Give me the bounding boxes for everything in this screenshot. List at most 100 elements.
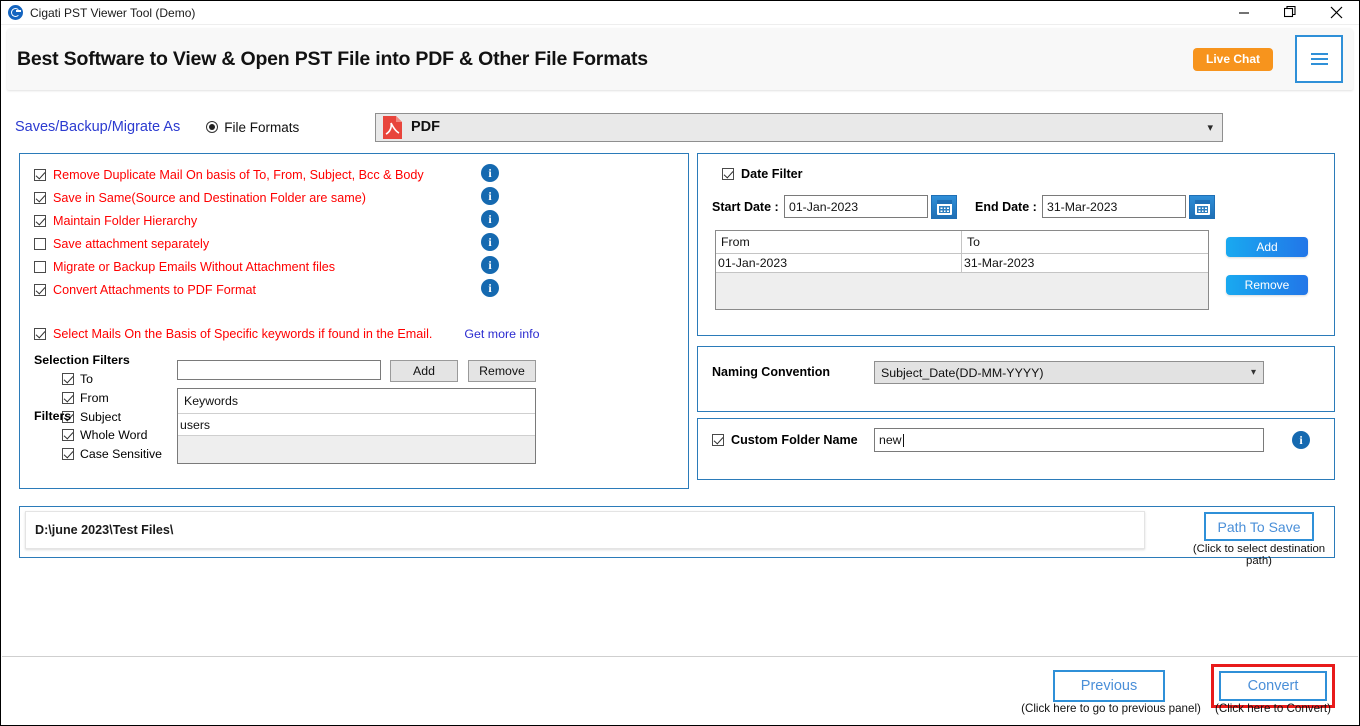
text-cursor	[902, 433, 904, 447]
select-mails-section: Select Mails On the Basis of Specific ke…	[20, 327, 688, 464]
option-row-maintain-hierarchy[interactable]: Maintain Folder Hierarchy i	[20, 209, 688, 232]
checkbox-maintain-hierarchy[interactable]	[34, 214, 46, 227]
checkbox-whole-word[interactable]	[62, 429, 74, 441]
destination-path-panel: D:\june 2023\Test Files\ Path To Save (C…	[19, 506, 1335, 567]
date-filter-header[interactable]: Date Filter	[722, 167, 803, 181]
option-label: Convert Attachments to PDF Format	[53, 282, 256, 297]
app-logo-icon	[8, 5, 23, 20]
option-row-remove-duplicate[interactable]: Remove Duplicate Mail On basis of To, Fr…	[20, 163, 688, 186]
table-row[interactable]: 01-Jan-2023 31-Mar-2023	[716, 254, 1208, 273]
keywords-list[interactable]: Keywords users	[177, 388, 536, 464]
option-row-convert-attachments[interactable]: Convert Attachments to PDF Format i	[20, 278, 688, 301]
column-header-to: To	[967, 235, 980, 249]
file-formats-label: File Formats	[224, 119, 300, 135]
minimize-icon[interactable]	[1221, 1, 1267, 24]
date-filter-title: Date Filter	[741, 167, 803, 181]
title-bar: Cigati PST Viewer Tool (Demo)	[1, 1, 1359, 25]
cell-from: 01-Jan-2023	[716, 254, 962, 272]
checkbox-migrate-without-attachment[interactable]	[34, 260, 46, 273]
pdf-file-icon	[383, 115, 402, 139]
info-icon[interactable]: i	[481, 187, 499, 205]
previous-hint: (Click here to go to previous panel)	[1021, 702, 1201, 715]
chevron-down-icon: ▾	[1250, 367, 1256, 378]
format-dropdown[interactable]: PDF ▾	[375, 112, 1223, 142]
file-formats-radio[interactable]: File Formats	[206, 120, 299, 135]
convert-button[interactable]: Convert	[1219, 671, 1327, 701]
calendar-icon[interactable]	[931, 195, 957, 219]
info-icon[interactable]: i	[481, 210, 499, 228]
checkbox-convert-attachments[interactable]	[34, 283, 46, 296]
checkbox-save-in-same[interactable]	[34, 191, 46, 204]
info-icon[interactable]: i	[481, 256, 499, 274]
checkbox-case-sensitive[interactable]	[62, 448, 74, 460]
option-label: Remove Duplicate Mail On basis of To, Fr…	[53, 167, 424, 182]
path-to-save-button[interactable]: Path To Save	[1204, 512, 1314, 541]
filter-from[interactable]: From	[62, 391, 109, 405]
filter-case-sensitive[interactable]: Case Sensitive	[62, 447, 162, 461]
filter-label: From	[80, 391, 109, 405]
header-title: Best Software to View & Open PST File in…	[17, 47, 648, 70]
live-chat-button[interactable]: Live Chat	[1192, 47, 1273, 71]
filter-to[interactable]: To	[62, 372, 93, 386]
list-item[interactable]: users	[178, 414, 535, 436]
checkbox-save-attachment[interactable]	[34, 237, 46, 250]
selected-format-label: PDF	[411, 119, 440, 135]
close-icon[interactable]	[1313, 1, 1359, 24]
select-mails-label: Select Mails On the Basis of Specific ke…	[53, 327, 433, 341]
format-selection-row: Saves/Backup/Migrate As File Formats PDF…	[1, 109, 1359, 145]
option-label: Migrate or Backup Emails Without Attachm…	[53, 259, 336, 274]
maximize-icon[interactable]	[1267, 1, 1313, 24]
option-row-migrate-without-attachment[interactable]: Migrate or Backup Emails Without Attachm…	[20, 255, 688, 278]
checkbox-date-filter[interactable]	[722, 168, 734, 180]
keyword-add-button[interactable]: Add	[390, 360, 458, 382]
info-icon[interactable]: i	[1292, 431, 1310, 449]
naming-convention-label: Naming Convention	[712, 365, 831, 379]
keyword-input[interactable]	[177, 360, 381, 380]
get-more-info-link[interactable]: Get more info	[464, 327, 539, 341]
convert-hint: (Click here to Convert)	[1215, 702, 1331, 715]
option-row-save-attachment[interactable]: Save attachment separately i	[20, 232, 688, 255]
info-icon[interactable]: i	[481, 279, 499, 297]
custom-folder-label: Custom Folder Name	[731, 433, 858, 447]
window-controls	[1221, 1, 1359, 24]
date-remove-button[interactable]: Remove	[1226, 275, 1308, 295]
end-date-input[interactable]: 31-Mar-2023	[1042, 195, 1186, 218]
checkbox-to[interactable]	[62, 373, 74, 385]
info-icon[interactable]: i	[481, 164, 499, 182]
start-date-input[interactable]: 01-Jan-2023	[784, 195, 928, 218]
previous-button[interactable]: Previous	[1053, 670, 1165, 702]
filter-label: Subject	[80, 410, 122, 424]
checkbox-select-mails[interactable]	[34, 328, 46, 340]
option-label: Maintain Folder Hierarchy	[53, 213, 198, 228]
custom-folder-input[interactable]: new	[874, 428, 1264, 452]
select-mails-header[interactable]: Select Mails On the Basis of Specific ke…	[20, 327, 688, 341]
saves-backup-migrate-label: Saves/Backup/Migrate As	[15, 119, 181, 135]
filter-whole-word[interactable]: Whole Word	[62, 428, 147, 442]
info-icon[interactable]: i	[481, 233, 499, 251]
date-add-button[interactable]: Add	[1226, 237, 1308, 257]
custom-folder-panel: Custom Folder Name new i	[697, 418, 1335, 480]
end-date-label: End Date :	[975, 200, 1037, 214]
destination-path-value[interactable]: D:\june 2023\Test Files\	[25, 511, 1145, 549]
filter-label: To	[80, 372, 93, 386]
cell-to: 31-Mar-2023	[964, 256, 1035, 270]
naming-convention-value: Subject_Date(DD-MM-YYYY)	[881, 365, 1044, 380]
checkbox-remove-duplicate[interactable]	[34, 168, 46, 181]
custom-folder-header[interactable]: Custom Folder Name	[712, 433, 858, 447]
hamburger-menu-icon[interactable]	[1295, 35, 1343, 83]
options-panel: Remove Duplicate Mail On basis of To, Fr…	[19, 153, 689, 489]
naming-convention-panel: Naming Convention Subject_Date(DD-MM-YYY…	[697, 346, 1335, 412]
date-range-table[interactable]: From To 01-Jan-2023 31-Mar-2023	[715, 230, 1209, 310]
header-actions: Live Chat	[1192, 28, 1343, 90]
window-title: Cigati PST Viewer Tool (Demo)	[30, 5, 196, 20]
table-header-row: From To	[716, 231, 1208, 254]
column-header-from: From	[716, 231, 962, 253]
filters-title: Filters	[34, 409, 72, 423]
calendar-icon[interactable]	[1189, 195, 1215, 219]
checkbox-custom-folder[interactable]	[712, 434, 724, 446]
keyword-remove-button[interactable]: Remove	[468, 360, 536, 382]
naming-convention-dropdown[interactable]: Subject_Date(DD-MM-YYYY) ▾	[874, 361, 1264, 384]
keywords-column-header: Keywords	[178, 389, 535, 414]
checkbox-from[interactable]	[62, 392, 74, 404]
option-row-save-in-same[interactable]: Save in Same(Source and Destination Fold…	[20, 186, 688, 209]
